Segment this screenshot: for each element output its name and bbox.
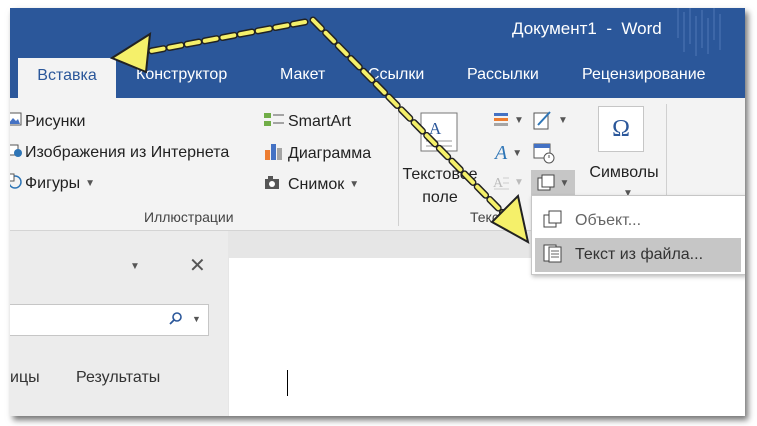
illustrations-group-label: Иллюстрации (144, 209, 234, 225)
shapes-label: Фигуры (25, 174, 81, 192)
title-decor (677, 8, 721, 56)
quick-parts-button[interactable]: ▼ (493, 112, 524, 128)
text-cursor (287, 370, 288, 396)
object-dropdown-button[interactable]: ▼ (531, 170, 575, 196)
date-time-button[interactable] (533, 142, 555, 169)
title-bar: Документ1 - Word Вставка Конструктор Мак… (10, 8, 745, 98)
chevron-down-icon: ▼ (558, 114, 568, 126)
wordart-button[interactable]: A ▼ (495, 142, 522, 165)
tab-design[interactable]: Конструктор (136, 66, 227, 84)
chevron-down-icon: ▼ (559, 177, 570, 189)
textbox-label-line2: поле (422, 189, 458, 206)
online-pictures-button[interactable]: Изображения из Интернета (10, 142, 229, 163)
picture-icon (10, 111, 22, 132)
chevron-down-icon: ▼ (514, 114, 524, 126)
pane-options-icon[interactable]: ▼ (130, 261, 140, 272)
tab-mailings[interactable]: Рассылки (467, 66, 539, 84)
tab-layout[interactable]: Макет (280, 66, 325, 84)
pictures-label: Рисунки (25, 112, 86, 130)
object-icon (543, 210, 563, 233)
chart-button[interactable]: Диаграмма (263, 142, 371, 165)
chevron-down-icon: ▼ (85, 178, 96, 189)
textbox-button[interactable]: A Текстовое поле (400, 106, 480, 206)
search-input[interactable]: ▼ (10, 304, 209, 336)
screenshot-button[interactable]: Снимок ▼ (263, 173, 359, 196)
smartart-button[interactable]: SmartArt (263, 111, 351, 132)
tab-insert[interactable]: Вставка (18, 58, 116, 98)
drop-cap-icon: A (493, 176, 509, 190)
object-dropdown-menu: Объект... Текст из файла... (531, 195, 745, 275)
menu-item-object-label: Объект... (575, 212, 642, 229)
pane-tab-pages[interactable]: ицы (10, 369, 40, 387)
tab-review[interactable]: Рецензирование (582, 66, 706, 84)
pictures-button[interactable]: Рисунки (10, 111, 85, 132)
quick-parts-icon (494, 113, 508, 126)
smartart-label: SmartArt (288, 112, 352, 130)
svg-text:A: A (429, 119, 442, 138)
shapes-icon (10, 173, 22, 194)
chevron-down-icon: ▼ (512, 148, 523, 159)
svg-text:A: A (493, 176, 504, 190)
menu-item-text-from-file[interactable]: Текст из файла... (535, 238, 741, 272)
window-title: Документ1 - Word (512, 19, 662, 38)
chevron-down-icon: ▼ (514, 176, 524, 188)
chart-label: Диаграмма (288, 144, 372, 162)
chart-icon (263, 142, 285, 165)
dropcap-button[interactable]: A ▼ (493, 174, 524, 190)
close-icon[interactable]: ✕ (189, 253, 206, 278)
signature-line-button[interactable]: ▼ (533, 110, 568, 130)
pane-tab-results[interactable]: Результаты (76, 369, 160, 387)
textbox-label-line1: Текстовое (402, 166, 478, 183)
screenshot-label: Снимок (288, 175, 345, 193)
search-icon (168, 311, 184, 332)
menu-item-object[interactable]: Объект... (535, 204, 741, 238)
symbols-label: Символы (589, 164, 659, 181)
chevron-down-icon[interactable]: ▼ (192, 314, 201, 324)
screenshot-icon (263, 173, 285, 196)
textbox-icon: A (420, 112, 458, 157)
symbols-button[interactable]: Ω Символы ▼ (588, 104, 663, 209)
signature-icon (533, 111, 551, 130)
shapes-button[interactable]: Фигуры ▼ (10, 173, 95, 194)
chevron-down-icon: ▼ (349, 179, 360, 190)
smartart-icon (263, 111, 285, 132)
omega-icon: Ω (598, 106, 644, 152)
online-picture-icon (10, 142, 22, 163)
group-separator (398, 104, 399, 226)
word-window: Документ1 - Word Вставка Конструктор Мак… (10, 8, 745, 416)
tab-references[interactable]: Ссылки (368, 66, 424, 84)
wordart-icon: A (495, 142, 508, 164)
document-page[interactable] (229, 258, 745, 416)
calendar-icon (533, 143, 555, 164)
online-pictures-label: Изображения из Интернета (25, 143, 230, 161)
menu-item-text-from-file-label: Текст из файла... (575, 246, 704, 263)
text-from-file-icon (543, 243, 563, 268)
text-group-label: Текст (470, 209, 506, 225)
object-icon (537, 174, 555, 191)
